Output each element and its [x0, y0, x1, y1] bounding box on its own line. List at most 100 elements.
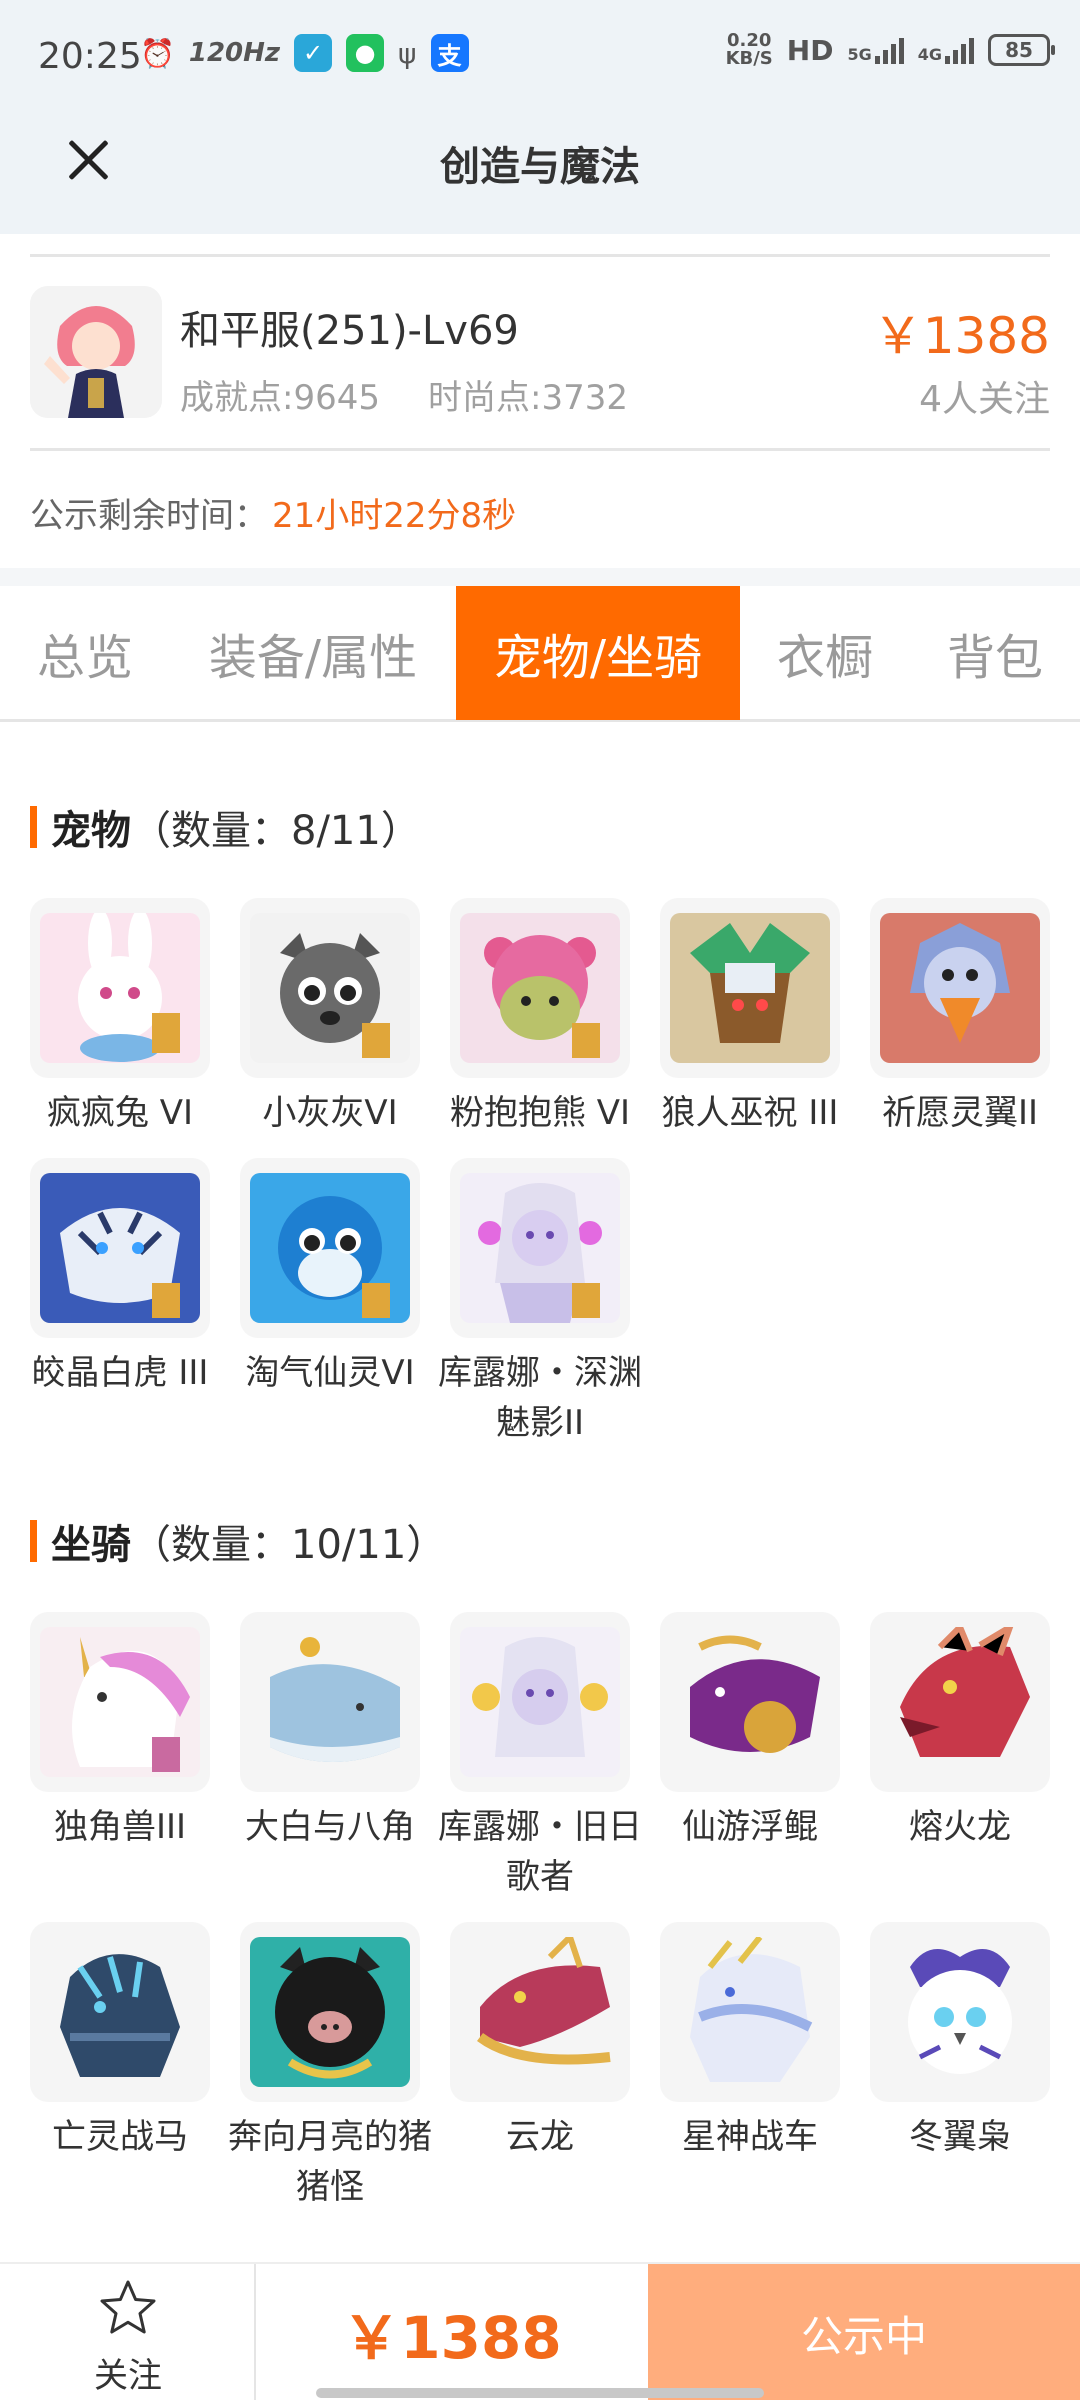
pet-thumbnail — [30, 898, 210, 1078]
section-marker — [30, 806, 37, 848]
home-indicator[interactable] — [316, 2388, 764, 2398]
tab-bag[interactable]: 背包 — [910, 586, 1080, 720]
pet-item[interactable]: 粉抱抱熊 VI — [450, 898, 630, 1138]
mount-item[interactable]: 熔火龙 — [870, 1612, 1050, 1852]
net-speed: 0.20 KB/S — [726, 32, 773, 68]
pets-title: 宠物 — [51, 808, 131, 854]
status-icons-right: 0.20 KB/S HD 5G 4G 85 — [726, 32, 1055, 68]
mount-item[interactable]: 云龙 — [450, 1922, 630, 2162]
hd-label: HD — [786, 33, 834, 67]
mount-thumbnail — [240, 1612, 420, 1792]
pet-thumbnail — [30, 1158, 210, 1338]
pet-thumbnail — [240, 898, 420, 1078]
pet-thumbnail — [240, 1158, 420, 1338]
mount-name: 奔向月亮的猪猪怪 — [228, 2117, 432, 2207]
mount-name: 冬翼枭 — [909, 2117, 1011, 2157]
wechat-icon: ● — [346, 34, 385, 72]
mount-thumbnail — [30, 1922, 210, 2102]
mount-name: 亡灵战马 — [52, 2117, 188, 2157]
mount-item[interactable]: 奔向月亮的猪猪怪 — [228, 1922, 432, 2212]
signal-4g-icon: 4G — [918, 36, 974, 64]
pets-section-header: 宠物 （数量：8/11） — [30, 802, 421, 854]
usb-icon: ψ — [398, 36, 417, 70]
section-gap — [0, 568, 1080, 586]
pet-thumbnail — [450, 1158, 630, 1338]
header: 创造与魔法 — [0, 110, 1080, 234]
alipay-icon: 支 — [430, 34, 469, 72]
mount-name: 熔火龙 — [909, 1807, 1011, 1847]
mount-item[interactable]: 亡灵战马 — [30, 1922, 210, 2162]
pet-item[interactable]: 狼人巫祝 III — [660, 898, 840, 1138]
tab-pets-mounts[interactable]: 宠物/坐骑 — [456, 586, 740, 720]
mount-name: 大白与八角 — [245, 1807, 415, 1847]
pet-name: 疯疯兔 VI — [46, 1093, 194, 1133]
follow-label: 关注 — [94, 2356, 162, 2396]
mounts-title: 坐骑 — [51, 1522, 131, 1568]
follower-count: 4人关注 — [919, 379, 1050, 420]
notice-label: 公示剩余时间： — [30, 496, 268, 536]
status-icons-left: ⏰ 120Hz ✓ ● ψ 支 — [140, 34, 469, 72]
pet-thumbnail — [660, 898, 840, 1078]
bottom-action-bar: 关注 ￥1388 公示中 — [0, 2262, 1080, 2400]
shield-app-icon: ✓ — [294, 34, 333, 72]
mounts-count: （数量：10/11） — [131, 1522, 447, 1568]
fashion-points: 时尚点:3732 — [428, 378, 628, 418]
mount-item[interactable]: 大白与八角 — [240, 1612, 420, 1852]
net4g-label: 4G — [917, 45, 942, 64]
signal-5g-icon: 5G — [847, 36, 904, 64]
mount-thumbnail — [660, 1612, 840, 1792]
pet-name: 淘气仙灵VI — [245, 1353, 415, 1393]
mount-name: 仙游浮鲲 — [682, 1807, 818, 1847]
pet-item[interactable]: 淘气仙灵VI — [240, 1158, 420, 1398]
mount-thumbnail — [660, 1922, 840, 2102]
divider — [30, 448, 1050, 451]
mount-name: 独角兽III — [53, 1807, 187, 1847]
bottom-price: ￥1388 — [342, 2304, 562, 2372]
tab-equipment[interactable]: 装备/属性 — [170, 586, 456, 720]
pet-thumbnail — [450, 898, 630, 1078]
divider — [30, 254, 1050, 257]
character-avatar — [30, 286, 162, 418]
tab-bar: 总览 装备/属性 宠物/坐骑 衣橱 背包 — [0, 586, 1080, 722]
alarm-icon: ⏰ — [140, 36, 175, 70]
battery-level: 85 — [1005, 38, 1033, 62]
mount-thumbnail — [240, 1922, 420, 2102]
net5g-label: 5G — [847, 45, 872, 64]
refresh-rate-label: 120Hz — [188, 38, 281, 68]
mount-name: 云龙 — [506, 2117, 574, 2157]
public-notice-button[interactable]: 公示中 — [648, 2264, 1080, 2400]
mount-item[interactable]: 库露娜・旧日歌者 — [438, 1612, 642, 1902]
notice-countdown: 21小时22分8秒 — [272, 496, 517, 536]
mount-item[interactable]: 仙游浮鲲 — [660, 1612, 840, 1852]
mount-item[interactable]: 星神战车 — [660, 1922, 840, 2162]
star-icon — [100, 2280, 156, 2334]
pet-item[interactable]: 小灰灰VI — [240, 898, 420, 1138]
tab-wardrobe[interactable]: 衣橱 — [740, 586, 910, 720]
tab-overview[interactable]: 总览 — [0, 586, 170, 720]
listing-price: ￥1388 — [872, 307, 1050, 365]
pet-item[interactable]: 疯疯兔 VI — [30, 898, 210, 1138]
server-name: 和平服(251)-Lv69 — [180, 308, 519, 354]
pet-item[interactable]: 库露娜・深渊魅影II — [438, 1158, 642, 1448]
section-marker — [30, 1520, 37, 1562]
net-speed-unit: KB/S — [725, 48, 773, 69]
pet-name: 库露娜・深渊魅影II — [438, 1353, 642, 1443]
pet-item[interactable]: 皎晶白虎 III — [30, 1158, 210, 1398]
battery-icon: 85 — [988, 34, 1055, 66]
pet-name: 狼人巫祝 III — [661, 1093, 839, 1133]
pets-count: （数量：8/11） — [131, 808, 421, 854]
mount-name: 库露娜・旧日歌者 — [438, 1807, 642, 1897]
follow-button[interactable]: 关注 — [0, 2264, 256, 2400]
pet-name: 粉抱抱熊 VI — [449, 1093, 631, 1133]
achievement-points: 成就点:9645 — [180, 378, 380, 418]
pet-name: 祈愿灵翼II — [881, 1093, 1039, 1133]
mount-thumbnail — [870, 1922, 1050, 2102]
mount-thumbnail — [30, 1612, 210, 1792]
mount-thumbnail — [870, 1612, 1050, 1792]
mount-item[interactable]: 冬翼枭 — [870, 1922, 1050, 2162]
pet-name: 皎晶白虎 III — [31, 1353, 209, 1393]
status-time: 20:25 — [38, 36, 142, 77]
status-bar: 20:25 ⏰ 120Hz ✓ ● ψ 支 0.20 KB/S HD 5G 4G… — [0, 0, 1080, 110]
mount-item[interactable]: 独角兽III — [30, 1612, 210, 1852]
pet-item[interactable]: 祈愿灵翼II — [870, 898, 1050, 1138]
